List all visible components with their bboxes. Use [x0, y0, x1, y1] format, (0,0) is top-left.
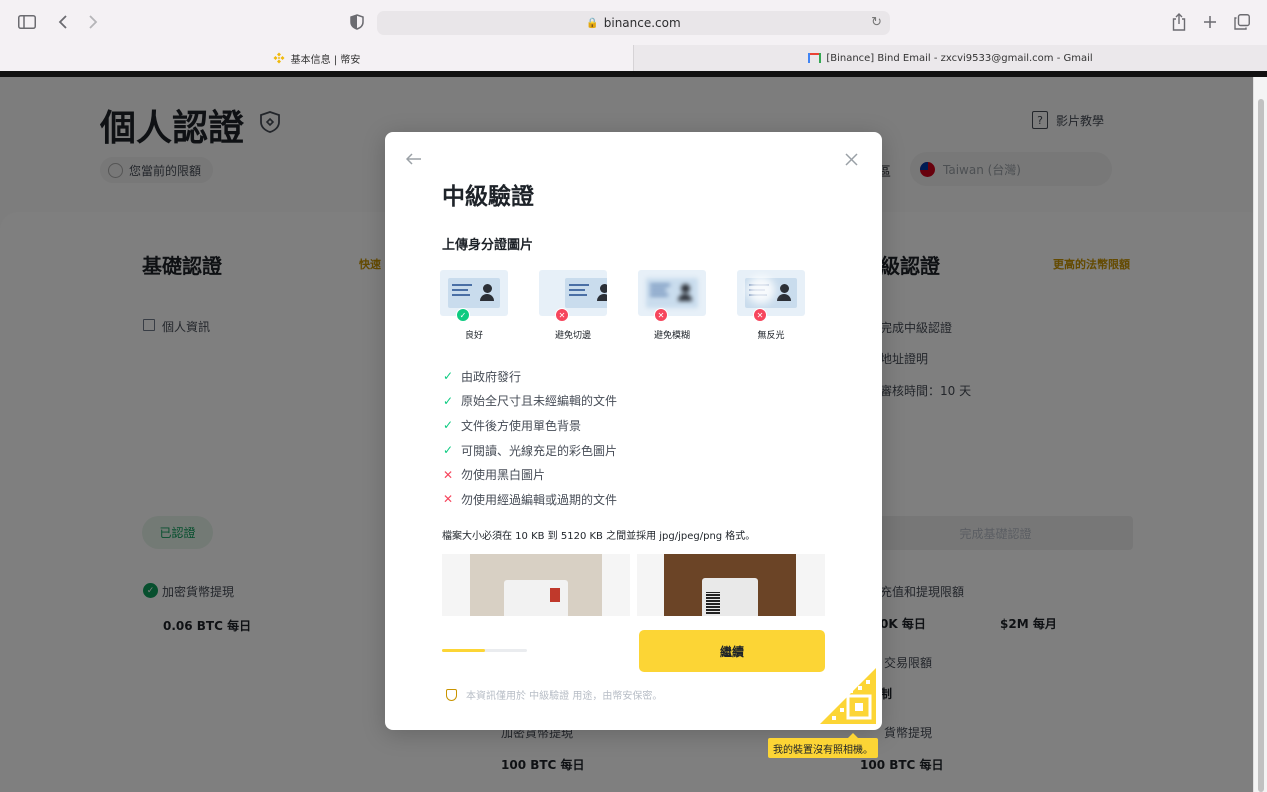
id-back-upload[interactable]: [637, 554, 825, 616]
intermediate-verification-dialog: 中級驗證 上傳身分證圖片 ✓ 良好 ✕ 避免切邊 ✕ 避免模糊 ✕ 無反光 ✓ …: [385, 132, 882, 730]
example-label: 無反光: [757, 331, 785, 341]
tab-overview-icon[interactable]: [1231, 11, 1253, 33]
example-blurry: ✕ 避免模糊: [627, 270, 717, 341]
id-photo-examples: ✓ 良好 ✕ 避免切邊 ✕ 避免模糊 ✕ 無反光: [440, 270, 822, 350]
upload-id-subtitle: 上傳身分證圖片: [442, 238, 534, 253]
share-icon[interactable]: [1168, 11, 1190, 33]
rule-text: 原始全尺寸且未經編輯的文件: [461, 394, 618, 409]
new-tab-icon[interactable]: [1199, 11, 1221, 33]
id-back-photo: [664, 554, 796, 616]
check-icon: ✓: [442, 443, 454, 458]
example-good: ✓ 良好: [429, 270, 519, 341]
tab-gmail[interactable]: [Binance] Bind Email - zxcvi9533@gmail.c…: [633, 45, 1267, 71]
example-label: 避免模糊: [653, 331, 690, 341]
rule-text: 勿使用經過編輯或過期的文件: [461, 492, 618, 507]
privacy-shield-icon[interactable]: [346, 11, 368, 33]
photo-rules-list: ✓ 由政府發行 ✓ 原始全尺寸且未經編輯的文件 ✓ 文件後方使用單色背景 ✓ 可閱讀、光…: [442, 364, 617, 512]
forward-icon[interactable]: [82, 11, 104, 33]
example-glare: ✕ 無反光: [726, 270, 816, 341]
dialog-title: 中級驗證: [442, 184, 534, 210]
example-label: 避免切邊: [554, 331, 591, 341]
rule-item: ✓ 原始全尺寸且未經編輯的文件: [442, 389, 617, 414]
example-cut-edge: ✕ 避免切邊: [528, 270, 618, 341]
rule-item: ✕ 勿使用黑白圖片: [442, 462, 617, 487]
scrollbar-thumb[interactable]: [1258, 99, 1264, 792]
no-camera-tooltip[interactable]: 我的裝置沒有照相機。: [768, 733, 878, 758]
check-icon: ✓: [442, 418, 454, 433]
rule-item: ✓ 可閱讀、光線充足的彩色圖片: [442, 438, 617, 463]
progress-fill: [442, 649, 485, 652]
id-card-illustration: [440, 270, 508, 316]
rule-text: 由政府發行: [461, 369, 522, 384]
back-icon[interactable]: [52, 11, 74, 33]
example-label: 良好: [464, 331, 483, 341]
cross-badge-icon: ✕: [654, 308, 668, 322]
sidebar-toggle-icon[interactable]: [16, 11, 38, 33]
file-size-note: 檔案大小必須在 10 KB 到 5120 KB 之間並採用 jpg/jpeg/p…: [442, 531, 756, 542]
reload-icon[interactable]: ↻: [871, 15, 882, 30]
cross-icon: ✕: [442, 492, 454, 507]
rule-text: 可閱讀、光線充足的彩色圖片: [461, 443, 618, 458]
check-icon: ✓: [442, 369, 454, 384]
check-icon: ✓: [442, 393, 454, 408]
cross-badge-icon: ✕: [753, 308, 767, 322]
tab-binance[interactable]: 基本信息 | 幣安: [0, 45, 633, 71]
url-text: binance.com: [603, 16, 681, 30]
continue-button[interactable]: 繼續: [639, 630, 825, 672]
rule-item: ✕ 勿使用經過編輯或過期的文件: [442, 487, 617, 512]
rule-item: ✓ 文件後方使用單色背景: [442, 413, 617, 438]
page-scrollbar[interactable]: [1253, 77, 1267, 792]
back-arrow-icon[interactable]: [403, 148, 425, 170]
id-card-illustration: [638, 270, 706, 316]
rule-item: ✓ 由政府發行: [442, 364, 617, 389]
cross-badge-icon: ✕: [555, 308, 569, 322]
tab-bar: 基本信息 | 幣安 [Binance] Bind Email - zxcvi95…: [0, 45, 1267, 71]
address-bar[interactable]: 🔒 binance.com ↻: [377, 11, 890, 35]
privacy-note: 本資訊僅用於 中級驗證 用途，由幣安保密。: [446, 687, 662, 702]
binance-logo-icon: [273, 52, 285, 64]
check-badge-icon: ✓: [456, 308, 470, 322]
shield-check-icon: [446, 688, 457, 701]
step-progress-bar: [442, 649, 527, 652]
id-front-upload[interactable]: [442, 554, 630, 616]
tab-title: 基本信息 | 幣安: [290, 54, 361, 66]
tab-title: [Binance] Bind Email - zxcvi9533@gmail.c…: [826, 52, 1093, 64]
qr-code-icon[interactable]: [820, 668, 876, 724]
browser-toolbar: 🔒 binance.com ↻: [0, 0, 1267, 45]
privacy-text: 本資訊僅用於 中級驗證 用途，由幣安保密。: [466, 691, 663, 702]
close-icon[interactable]: [840, 148, 862, 170]
gmail-logo-icon: [808, 53, 822, 63]
id-card-illustration: [737, 270, 805, 316]
rule-text: 文件後方使用單色背景: [461, 418, 582, 433]
cross-icon: ✕: [442, 467, 454, 482]
lock-icon: 🔒: [586, 17, 599, 29]
id-card-illustration: [539, 270, 607, 316]
rule-text: 勿使用黑白圖片: [461, 468, 546, 483]
id-front-photo: [470, 554, 602, 616]
